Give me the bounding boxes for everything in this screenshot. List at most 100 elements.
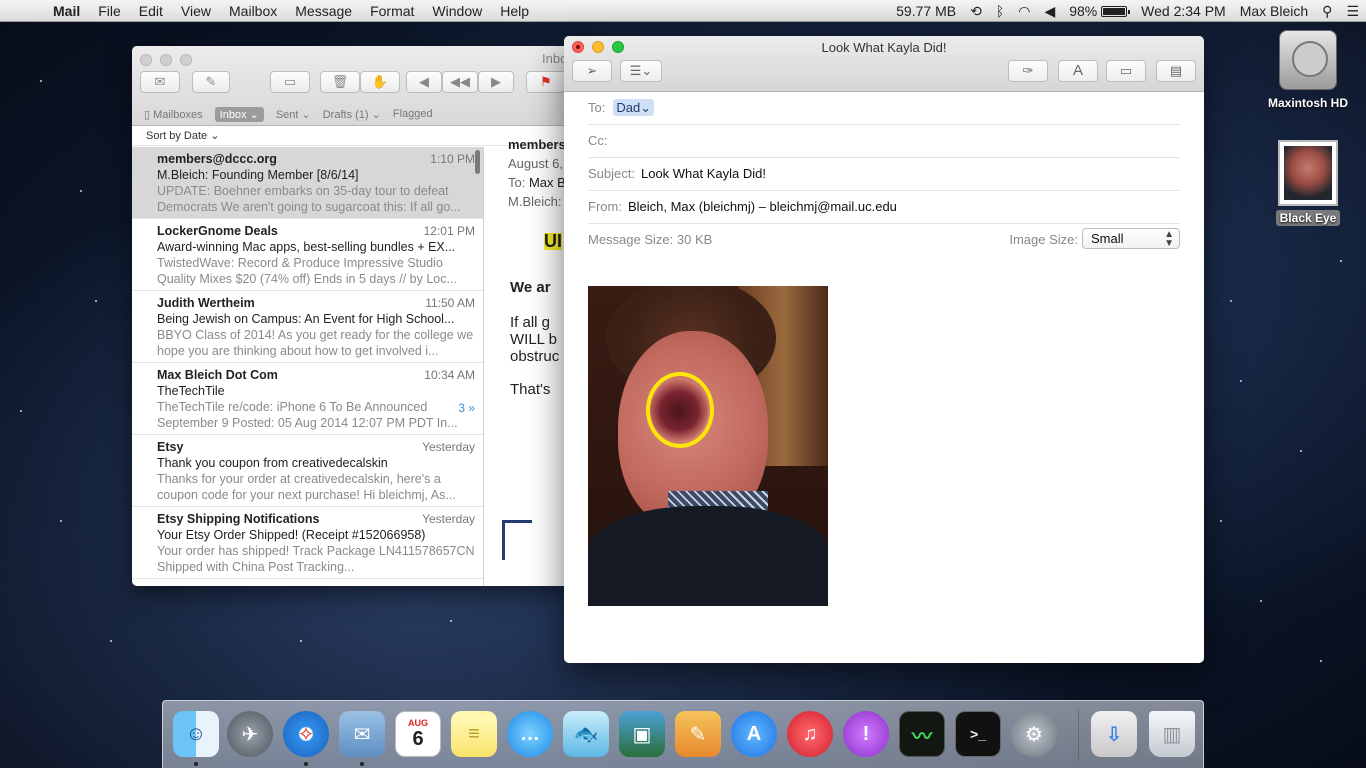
reply-button[interactable]: ◀ xyxy=(406,71,442,93)
thread-count-badge[interactable]: 3 » xyxy=(458,400,475,416)
image-size-value: Small xyxy=(1091,231,1124,246)
recipient-token[interactable]: Dad⌄ xyxy=(613,99,655,116)
reading-pane: members August 6, To: Max B M.Bleich: UI… xyxy=(484,127,572,586)
photo-desktop-icon[interactable]: Black Eye xyxy=(1268,140,1348,226)
mail-icon[interactable]: ✉ xyxy=(339,711,385,757)
envelope-icon: ✉ xyxy=(154,74,166,89)
notification-center-icon[interactable]: ☰ xyxy=(1339,3,1366,20)
menu-bar: Mail File Edit View Mailbox Message Form… xyxy=(0,0,1366,22)
thumbs-down-icon: ✋ xyxy=(371,74,389,89)
cc-field[interactable]: Cc: xyxy=(588,125,1180,158)
menu-mailbox[interactable]: Mailbox xyxy=(220,3,286,19)
memory-readout[interactable]: 59.77 MB xyxy=(889,3,963,19)
list-item[interactable]: members@dccc.org 1:10 PM M.Bleich: Found… xyxy=(132,147,483,219)
list-item[interactable]: Etsy Shipping Notifications Yesterday Yo… xyxy=(132,507,483,579)
junk-button[interactable]: ✋ xyxy=(360,71,400,93)
favorite-inbox[interactable]: Inbox ⌄ xyxy=(214,106,264,122)
favorite-sent[interactable]: Sent ⌄ xyxy=(276,108,311,121)
archive-button[interactable]: ▭ xyxy=(270,71,310,93)
calendar-icon[interactable]: AUG 6 xyxy=(395,711,441,757)
downloads-stack-icon[interactable]: ⇩ xyxy=(1091,711,1137,757)
menu-window[interactable]: Window xyxy=(423,3,491,19)
compose-button[interactable]: ✎ xyxy=(192,71,230,93)
spotlight-icon[interactable]: ⚲ xyxy=(1315,3,1339,20)
list-item[interactable]: Max Bleich Dot Com 10:34 AM TheTechTile … xyxy=(132,363,483,435)
time-machine-icon[interactable]: ⟲ xyxy=(963,3,989,20)
inbox-minimize-button[interactable] xyxy=(160,54,172,66)
reply-all-button[interactable]: ◀◀ xyxy=(442,71,478,93)
finder-icon[interactable]: ☺ xyxy=(173,711,219,757)
activity-monitor-icon[interactable]: 〰 xyxy=(899,711,945,757)
attached-photo[interactable] xyxy=(588,286,828,606)
stationery-button[interactable]: ▤ xyxy=(1156,60,1196,82)
list-item[interactable]: Etsy Yesterday Thank you coupon from cre… xyxy=(132,435,483,507)
hard-drive-desktop-icon[interactable]: Maxintosh HD xyxy=(1260,30,1356,110)
paper-plane-icon: ➢ xyxy=(586,63,598,78)
feedback-icon[interactable]: ! xyxy=(843,711,889,757)
iphoto-icon[interactable]: ▣ xyxy=(619,711,665,757)
compose-window-title: Look What Kayla Did! xyxy=(821,40,947,55)
format-button[interactable]: A xyxy=(1058,60,1098,82)
mailboxes-toggle[interactable]: ▯ Mailboxes xyxy=(144,108,203,121)
list-item[interactable]: LockerGnome Deals 12:01 PM Award-winning… xyxy=(132,219,483,291)
inbox-close-button[interactable] xyxy=(140,54,152,66)
list-item[interactable]: Judith Wertheim 11:50 AM Being Jewish on… xyxy=(132,291,483,363)
reply-all-icon: ◀◀ xyxy=(450,74,470,89)
app-store-icon[interactable]: A xyxy=(731,711,777,757)
flag-button[interactable]: ⚑ xyxy=(526,71,566,93)
favorite-drafts[interactable]: Drafts (1) ⌄ xyxy=(323,108,381,121)
safari-icon[interactable]: ✧ xyxy=(283,711,329,757)
size-row: Message Size: 30 KB Image Size: Small ▲ ▼ xyxy=(588,224,1180,257)
menu-format[interactable]: Format xyxy=(361,3,423,19)
send-button[interactable]: ➢ xyxy=(572,60,612,82)
inbox-toolbar: Inbo ✉ ✎ ▭ 🗑 ✋ ◀ ◀◀ ▶ ⚑ ▯ Mailboxes Inbo… xyxy=(132,46,572,126)
forward-button[interactable]: ▶ xyxy=(478,71,514,93)
trash-icon[interactable]: ▥ xyxy=(1149,711,1195,757)
photo-browser-button[interactable]: ▭ xyxy=(1106,60,1146,82)
menu-message[interactable]: Message xyxy=(286,3,361,19)
menu-edit[interactable]: Edit xyxy=(130,3,172,19)
attach-button[interactable]: ✑ xyxy=(1008,60,1048,82)
subject-field[interactable]: Subject: Look What Kayla Did! xyxy=(588,158,1180,191)
battery-status[interactable]: 98% xyxy=(1062,3,1134,19)
get-mail-button[interactable]: ✉ xyxy=(140,71,180,93)
favorite-flagged[interactable]: Flagged xyxy=(393,108,433,120)
menu-view[interactable]: View xyxy=(172,3,220,19)
photo-thumbnail xyxy=(1278,140,1338,206)
to-field[interactable]: To: Dad⌄ xyxy=(588,92,1180,125)
launchpad-icon[interactable]: ✈ xyxy=(227,711,273,757)
volume-icon[interactable]: ◀ xyxy=(1037,3,1062,20)
cc-label: Cc: xyxy=(588,133,608,148)
wifi-icon[interactable]: ◠ xyxy=(1011,3,1037,20)
header-fields-button[interactable]: ☰⌄ xyxy=(620,60,662,82)
message-time: 10:34 AM xyxy=(424,368,475,382)
system-preferences-icon[interactable]: ⚙ xyxy=(1011,711,1057,757)
inbox-zoom-button[interactable] xyxy=(180,54,192,66)
user-menu[interactable]: Max Bleich xyxy=(1233,3,1315,19)
delete-button[interactable]: 🗑 xyxy=(320,71,360,93)
menu-file[interactable]: File xyxy=(89,3,130,19)
menu-mail[interactable]: Mail xyxy=(44,3,89,19)
menu-help[interactable]: Help xyxy=(491,3,538,19)
clock[interactable]: Wed 2:34 PM xyxy=(1134,3,1233,19)
from-field[interactable]: From: Bleich, Max (bleichmj) – bleichmj@m… xyxy=(588,191,1180,224)
stepper-arrows-icon: ▲ ▼ xyxy=(1164,229,1174,249)
messages-icon[interactable]: … xyxy=(507,711,553,757)
reader-line: WILL b xyxy=(510,331,557,348)
aquarium-icon[interactable]: 🐟 xyxy=(563,711,609,757)
reader-to-value: Max B xyxy=(528,175,566,190)
paperclip-icon: ✑ xyxy=(1022,63,1034,78)
pages-icon[interactable]: ✎ xyxy=(675,711,721,757)
photo-browser-icon: ▭ xyxy=(1119,63,1133,78)
bluetooth-icon[interactable]: ᛒ xyxy=(989,3,1011,19)
itunes-icon[interactable]: ♫ xyxy=(787,711,833,757)
notes-icon[interactable]: ≡ xyxy=(451,711,497,757)
reader-subject: M.Bleich: xyxy=(508,194,562,209)
image-size-select[interactable]: Small ▲ ▼ xyxy=(1082,228,1180,249)
subject-value: Look What Kayla Did! xyxy=(640,166,766,181)
calendar-month: AUG xyxy=(408,717,428,728)
terminal-icon[interactable]: >_ xyxy=(955,711,1001,757)
compose-toolbar: Look What Kayla Did! ➢ ☰⌄ ✑ A ▭ ▤ xyxy=(564,36,1204,92)
message-time: 11:50 AM xyxy=(425,296,475,310)
message-list-scrollbar[interactable] xyxy=(475,150,480,174)
